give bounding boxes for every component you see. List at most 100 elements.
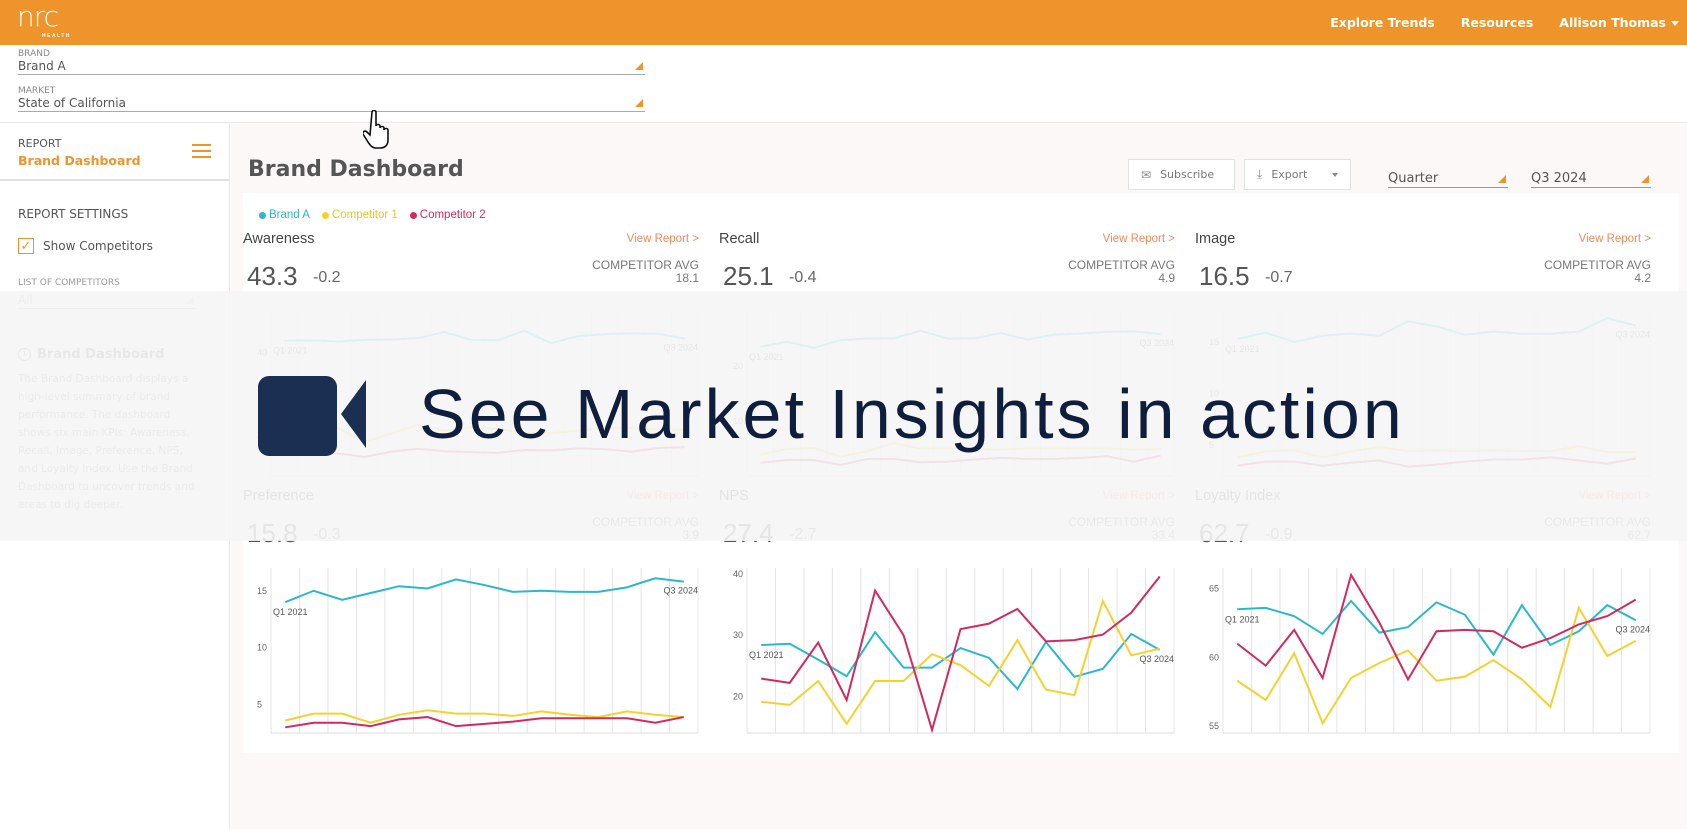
view-report-link[interactable]: View Report >	[627, 233, 699, 245]
y-tick-label: 65	[1209, 584, 1219, 594]
kpi-title: Awareness	[243, 231, 315, 247]
y-tick-label: 20	[733, 691, 743, 701]
legend-dot	[321, 211, 329, 219]
x-start-label: Q1 2021	[1225, 614, 1260, 624]
y-tick-label: 10	[257, 643, 267, 653]
chart-legend: Brand A Competitor 1 Competitor 2	[259, 209, 486, 221]
x-end-label: Q3 2024	[1139, 654, 1174, 664]
period-value: Q3 2024	[1531, 171, 1587, 186]
competitor-avg: COMPETITOR AVG 18.1	[592, 259, 699, 285]
brand-field: BRAND Brand A	[18, 49, 645, 75]
market-field: MARKET State of California	[18, 86, 645, 112]
y-tick-label: 5	[257, 700, 262, 710]
subscribe-button[interactable]: ✉ Subscribe	[1128, 159, 1235, 190]
y-tick-label: 55	[1209, 721, 1219, 731]
kpi-title: Recall	[719, 231, 760, 247]
market-label: MARKET	[18, 86, 56, 96]
series-line-brand-a[interactable]	[1237, 599, 1637, 657]
y-tick-label: 60	[1209, 652, 1219, 662]
line-chart-preference: 5 10 15 Q1 2021 Q3 2024	[257, 568, 699, 734]
kpi-value: 25.1	[723, 261, 774, 291]
nav-resources[interactable]: Resources	[1461, 15, 1534, 30]
kpi-title: Image	[1195, 231, 1236, 247]
report-value[interactable]: Brand Dashboard	[18, 153, 211, 168]
kpi-delta: -0.4	[789, 269, 817, 286]
view-report-link[interactable]: View Report >	[1579, 233, 1651, 245]
brand-label: BRAND	[18, 49, 50, 59]
dropdown-triangle-icon	[635, 99, 643, 107]
logo-text: nrc	[17, 0, 59, 33]
user-menu[interactable]: Allison Thomas	[1559, 15, 1679, 30]
kpi-value: 16.5	[1199, 261, 1250, 291]
report-settings-title: REPORT SETTINGS	[18, 207, 129, 221]
checkmark-icon[interactable]: ✓	[18, 238, 34, 254]
series-line-competitor-1[interactable]	[285, 709, 684, 724]
line-chart-loyalty-index: 55 60 65 Q1 2021 Q3 2024	[1209, 568, 1651, 734]
legend-label: Competitor 1	[331, 209, 398, 221]
x-start-label: Q1 2021	[749, 650, 784, 660]
video-camera-icon	[258, 373, 370, 456]
page-title: Brand Dashboard	[248, 157, 464, 182]
period-value-select[interactable]: Q3 2024	[1531, 171, 1651, 188]
subscribe-icon: ✉	[1141, 167, 1152, 182]
subscribe-label: Subscribe	[1160, 168, 1215, 181]
x-start-label: Q1 2021	[273, 607, 308, 617]
period-type-value: Quarter	[1388, 171, 1439, 186]
y-tick-label: 40	[733, 569, 743, 579]
legend-item-competitor-1[interactable]: Competitor 1	[321, 209, 398, 221]
filters-bar: BRAND Brand A MARKET State of California	[0, 45, 1687, 123]
series-line-brand-a[interactable]	[284, 577, 684, 604]
x-end-label: Q3 2024	[1615, 624, 1650, 634]
series-line-competitor-2[interactable]	[285, 716, 684, 729]
report-selector: REPORT Brand Dashboard	[0, 124, 229, 181]
nrc-health-logo[interactable]: nrc HEALTH	[17, 0, 69, 40]
market-value: State of California	[18, 96, 126, 110]
series-line-brand-a[interactable]	[761, 630, 1161, 691]
dropdown-triangle-icon	[1498, 175, 1506, 183]
show-competitors-label: Show Competitors	[43, 239, 153, 253]
hamburger-menu-icon[interactable]	[192, 144, 211, 162]
nav-explore-trends[interactable]: Explore Trends	[1330, 15, 1435, 30]
dropdown-triangle-icon	[1641, 175, 1649, 183]
report-label: REPORT	[18, 137, 62, 150]
view-report-link[interactable]: View Report >	[1103, 233, 1175, 245]
y-tick-label: 30	[733, 630, 743, 640]
competitors-list-label: LIST OF COMPETITORS	[18, 278, 120, 287]
competitor-avg-value: 18.1	[675, 271, 699, 285]
competitor-avg: COMPETITOR AVG 4.2	[1544, 259, 1651, 285]
logo-subtext: HEALTH	[42, 33, 71, 39]
legend-item-competitor-2[interactable]: Competitor 2	[409, 209, 486, 221]
download-icon: ⤓	[1257, 167, 1263, 181]
kpi-delta: -0.7	[1265, 269, 1293, 286]
show-competitors-checkbox[interactable]: ✓ Show Competitors	[18, 238, 229, 254]
x-end-label: Q3 2024	[663, 586, 698, 596]
chevron-down-icon	[1332, 173, 1338, 177]
y-tick-label: 15	[257, 586, 267, 596]
line-chart-nps: 20 30 40 Q1 2021 Q3 2024	[733, 568, 1175, 734]
kpi-value: 43.3	[247, 261, 298, 291]
brand-select[interactable]: Brand A	[18, 59, 645, 75]
legend-label: Brand A	[269, 209, 310, 221]
competitor-avg: COMPETITOR AVG 4.9	[1068, 259, 1175, 285]
legend-dot	[409, 211, 417, 219]
market-select[interactable]: State of California	[18, 96, 645, 112]
legend-item-brand-a[interactable]: Brand A	[259, 209, 310, 221]
series-line-competitor-2[interactable]	[1236, 572, 1637, 682]
kpi-delta: -0.2	[313, 269, 341, 286]
dropdown-triangle-icon	[635, 62, 643, 70]
cta-text: See Market Insights in action	[419, 375, 1405, 453]
competitor-avg-value: 4.2	[1634, 271, 1651, 285]
brand-value: Brand A	[18, 59, 66, 73]
hand-cursor-icon	[363, 110, 389, 149]
video-cta[interactable]: See Market Insights in action	[258, 373, 1405, 456]
period-type-select[interactable]: Quarter	[1388, 171, 1508, 188]
competitor-avg-value: 4.9	[1158, 271, 1175, 285]
chevron-down-icon	[1671, 21, 1679, 26]
legend-dot	[259, 211, 266, 219]
export-button[interactable]: ⤓ Export	[1244, 159, 1351, 190]
series-line-competitor-2[interactable]	[761, 575, 1161, 734]
top-nav: Explore Trends Resources Allison Thomas	[1304, 0, 1679, 45]
user-name: Allison Thomas	[1559, 15, 1666, 30]
legend-label: Competitor 2	[419, 209, 486, 221]
export-label: Export	[1271, 168, 1308, 181]
